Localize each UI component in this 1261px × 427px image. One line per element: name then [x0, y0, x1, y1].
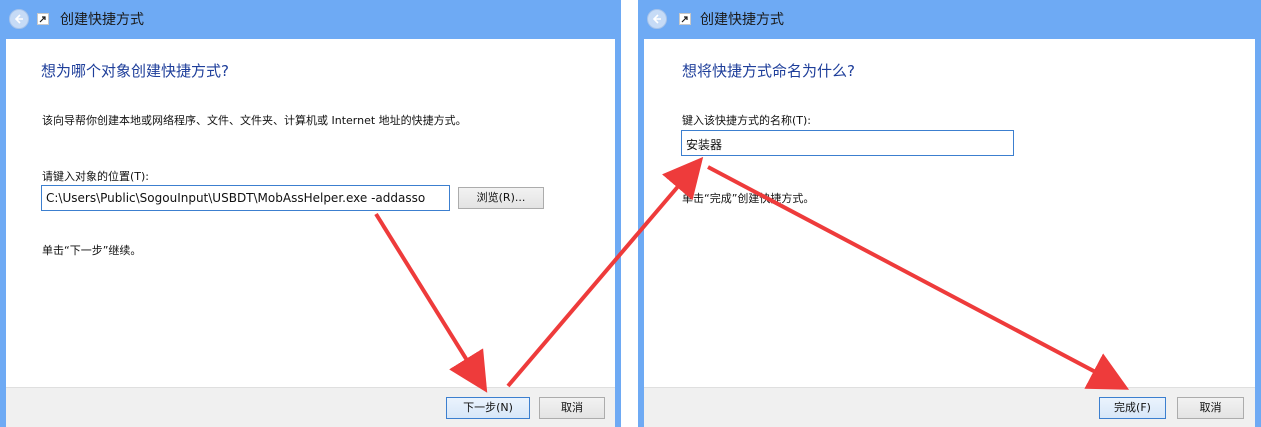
back-button[interactable] [9, 9, 29, 29]
hint-text: 单击“完成”创建快捷方式。 [682, 192, 815, 205]
name-label: 键入该快捷方式的名称(T): [682, 114, 812, 127]
wizard-footer: 完成(F) 取消 [644, 387, 1255, 427]
cancel-button[interactable]: 取消 [539, 397, 605, 419]
title-bar: 创建快捷方式 [638, 0, 1261, 38]
browse-button[interactable]: 浏览(R)... [458, 187, 544, 209]
shortcut-name-input[interactable]: 安装器 [681, 130, 1014, 156]
description-text: 该向导帮你创建本地或网络程序、文件、文件夹、计算机或 Internet 地址的快… [42, 114, 467, 127]
back-arrow-icon [652, 14, 661, 24]
page-heading: 想将快捷方式命名为什么? [682, 62, 855, 80]
wizard-content: 想为哪个对象创建快捷方式? 该向导帮你创建本地或网络程序、文件、文件夹、计算机或… [6, 39, 615, 387]
title-bar: 创建快捷方式 [0, 0, 621, 38]
next-button[interactable]: 下一步(N) [446, 397, 530, 419]
hint-text: 单击“下一步”继续。 [42, 244, 142, 257]
shortcut-icon [37, 13, 49, 25]
location-input[interactable]: C:\Users\Public\SogouInput\USBDT\MobAssH… [41, 185, 450, 211]
finish-button[interactable]: 完成(F) [1099, 397, 1166, 419]
shortcut-icon [679, 13, 691, 25]
wizard-footer: 下一步(N) 取消 [6, 387, 615, 427]
back-button[interactable] [647, 9, 667, 29]
window-title: 创建快捷方式 [60, 12, 144, 28]
back-arrow-icon [14, 14, 23, 24]
create-shortcut-window-location: 创建快捷方式 想为哪个对象创建快捷方式? 该向导帮你创建本地或网络程序、文件、文… [0, 0, 621, 427]
wizard-content: 想将快捷方式命名为什么? 键入该快捷方式的名称(T): 安装器 单击“完成”创建… [644, 39, 1255, 387]
location-label: 请键入对象的位置(T): [42, 170, 150, 183]
page-heading: 想为哪个对象创建快捷方式? [41, 62, 229, 80]
create-shortcut-window-name: 创建快捷方式 想将快捷方式命名为什么? 键入该快捷方式的名称(T): 安装器 单… [638, 0, 1261, 427]
cancel-button[interactable]: 取消 [1177, 397, 1244, 419]
window-title: 创建快捷方式 [700, 12, 784, 28]
